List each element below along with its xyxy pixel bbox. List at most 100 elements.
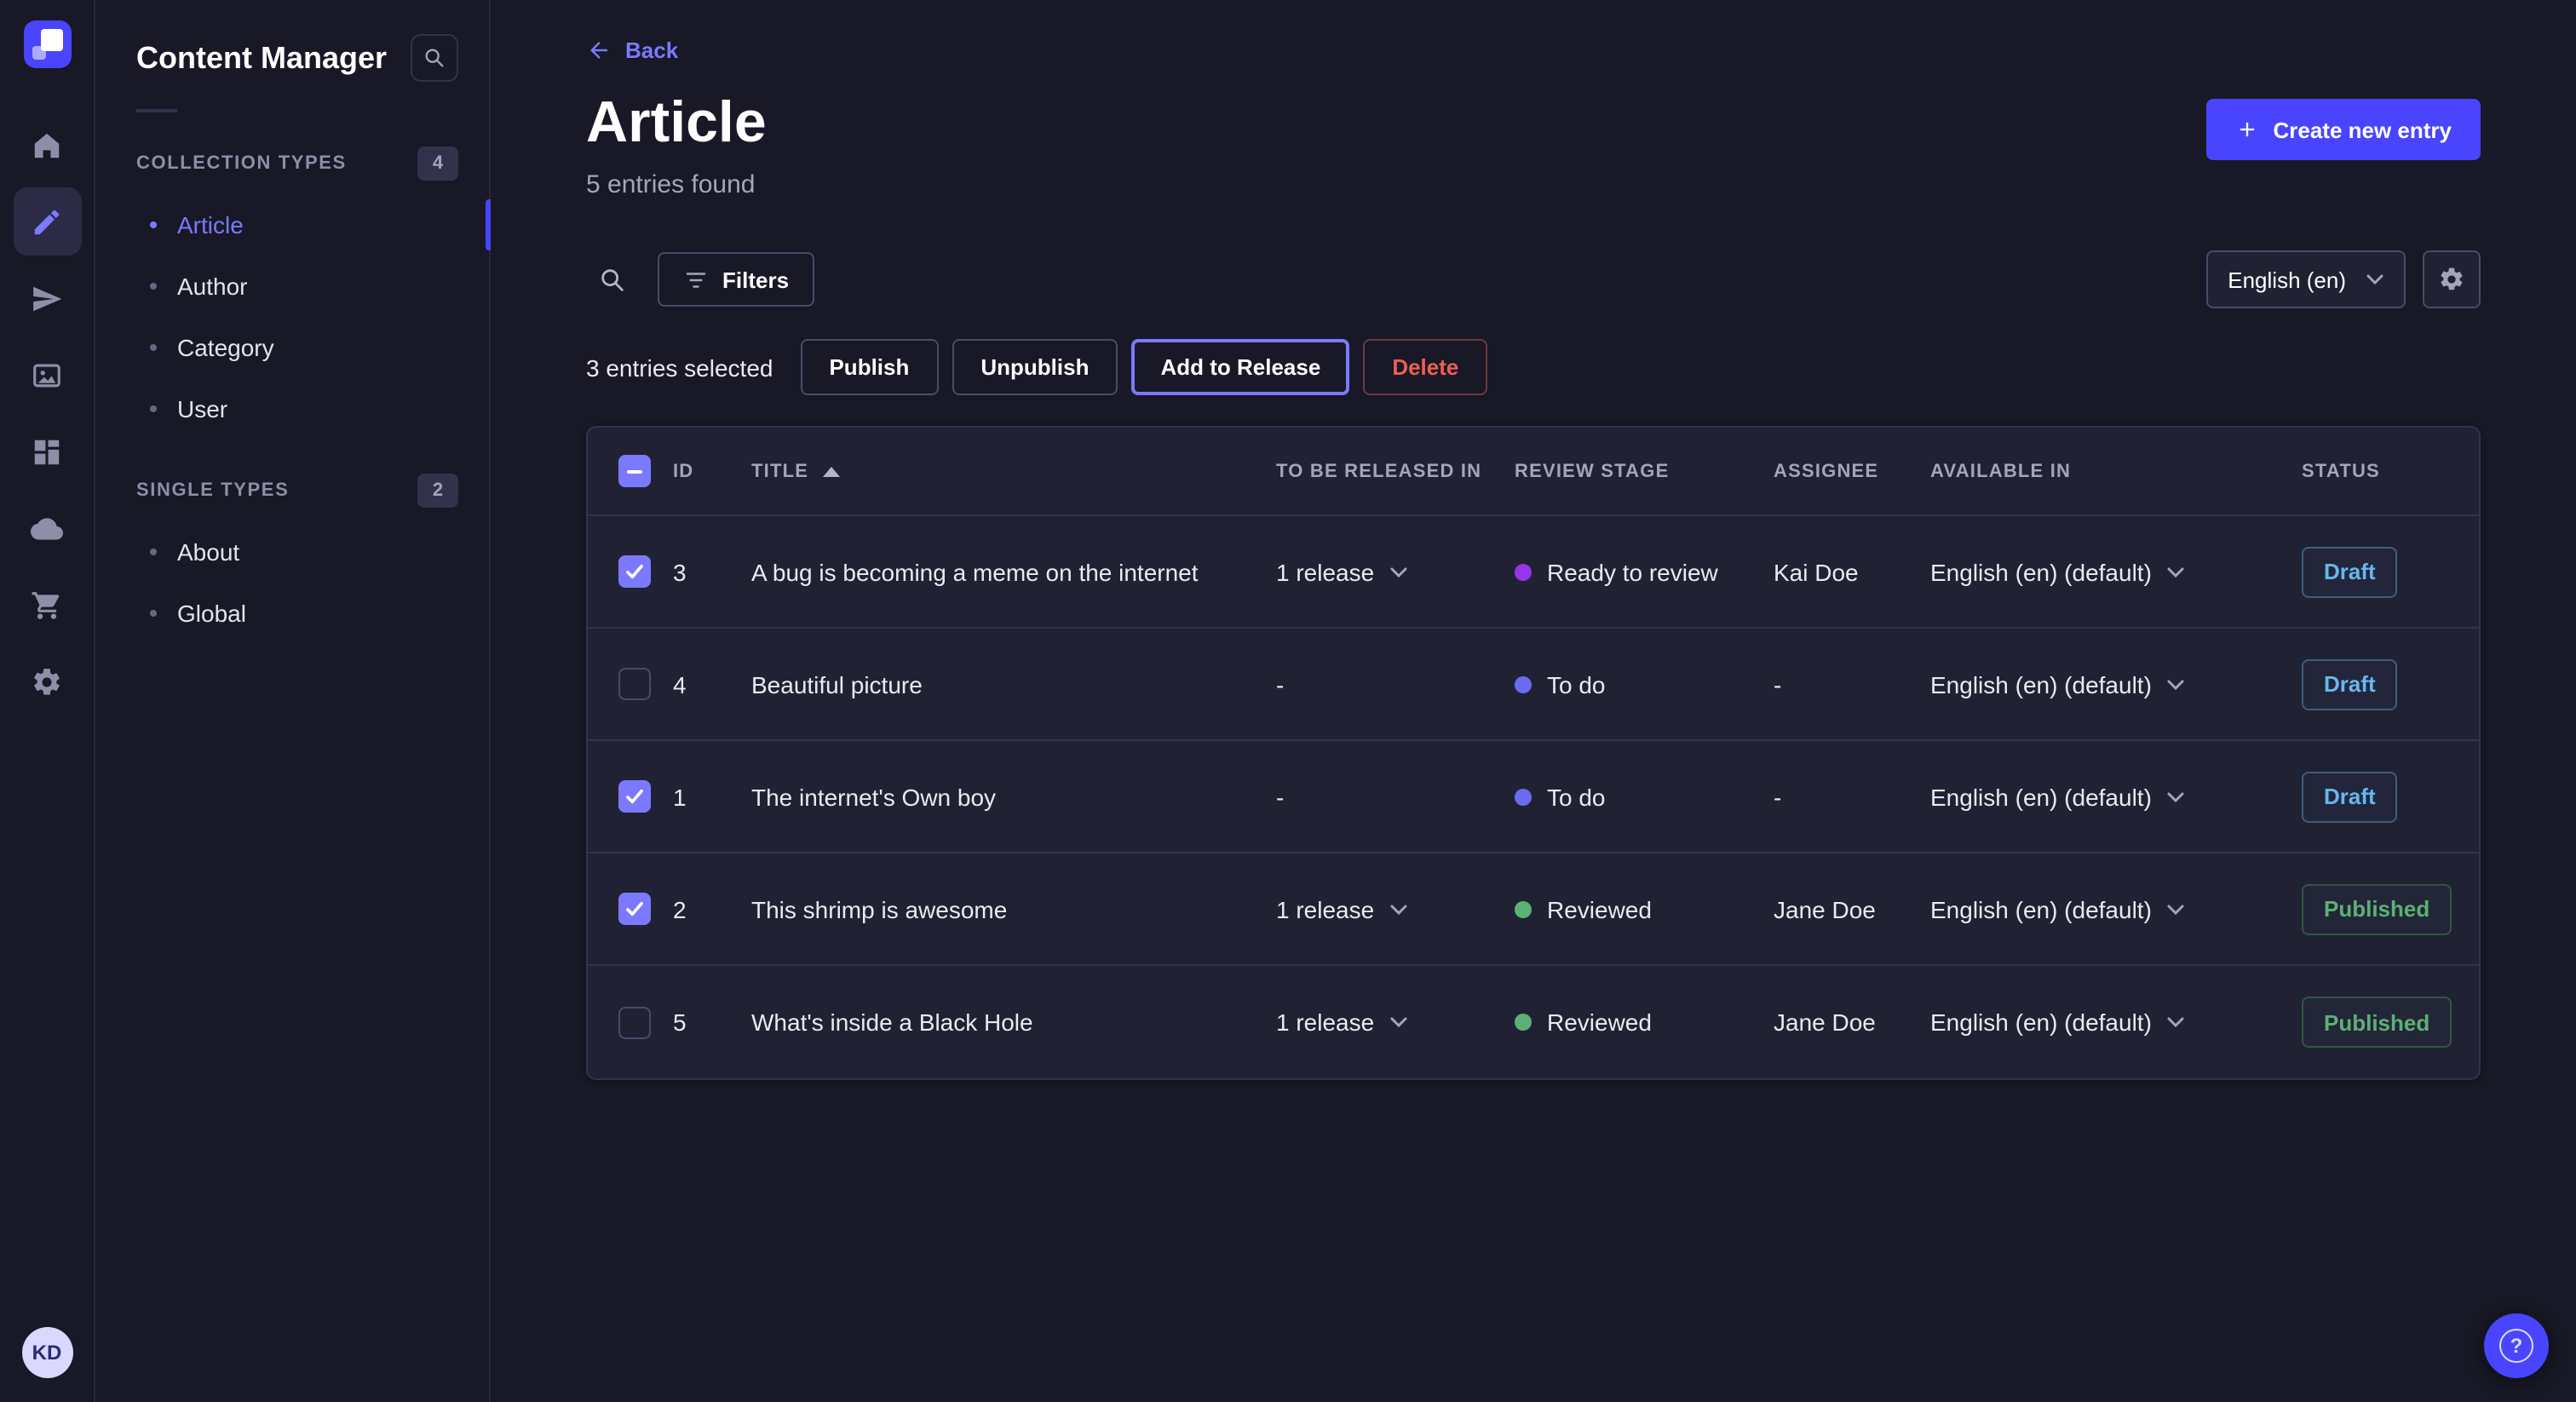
row-checkbox[interactable] [618,556,651,589]
cell-review-stage: To do [1515,671,1774,698]
cell-review-stage: Reviewed [1515,1009,1774,1037]
review-stage-dot [1515,676,1532,693]
column-header-assignee: ASSIGNEE [1774,462,1930,482]
row-checkbox[interactable] [618,781,651,813]
selection-count: 3 entries selected [586,354,773,382]
home-icon [31,129,63,161]
bullet-icon [150,283,157,290]
nav-deploy-button[interactable] [13,494,81,562]
chevron-down-icon [2366,275,2383,285]
row-checkbox[interactable] [618,1007,651,1039]
table-body: 3 A bug is becoming a meme on the intern… [588,517,2479,1079]
row-checkbox[interactable] [618,669,651,701]
release-dropdown[interactable]: - [1276,671,1515,698]
release-dropdown[interactable]: 1 release [1276,559,1515,586]
add-to-release-button[interactable]: Add to Release [1131,340,1349,396]
table-row[interactable]: 5 What's inside a Black Hole 1 release R… [588,967,2479,1079]
section-count-badge: 2 [417,474,458,508]
cell-title: This shrimp is awesome [751,896,1276,923]
release-dropdown[interactable]: 1 release [1276,1009,1515,1037]
sort-ascending-icon [822,467,839,477]
column-header-review-stage: REVIEW STAGE [1515,462,1774,482]
cell-assignee: Jane Doe [1774,896,1930,923]
release-chevron-wrap [1389,1018,1406,1028]
status-badge: Draft [2302,772,2398,823]
section-collection-types: COLLECTION TYPES 4 Article Author Catego… [95,133,489,440]
chevron-down-icon [2167,1018,2184,1028]
view-settings-button[interactable] [2423,251,2481,309]
cell-status: Published [2302,997,2479,1049]
help-button[interactable]: ? [2484,1313,2549,1378]
nav-home-button[interactable] [13,111,81,179]
strapi-logo[interactable] [23,20,71,68]
filter-icon [683,267,709,293]
cell-assignee: Kai Doe [1774,559,1930,586]
nav-settings-button[interactable] [13,647,81,715]
nav-content-type-builder-button[interactable] [13,417,81,486]
bullet-icon [150,405,157,412]
table-row[interactable]: 2 This shrimp is awesome 1 release Revie… [588,854,2479,967]
main-content: Back Article 5 entries found Create new … [491,0,2576,1402]
review-stage-dot [1515,1014,1532,1031]
table-header-row: ID TITLE TO BE RELEASED IN REVIEW STAGE … [588,428,2479,517]
unpublish-button[interactable]: Unpublish [952,340,1118,396]
chevron-down-icon [2167,792,2184,802]
cell-id: 3 [673,559,751,586]
sidebar-item-label: Category [177,334,274,361]
nav-media-library-button[interactable] [13,341,81,409]
select-all-checkbox[interactable] [618,456,651,488]
review-stage-dot [1515,901,1532,918]
sidebar: Content Manager COLLECTION TYPES 4 Artic… [95,0,491,1402]
bullet-icon [150,344,157,351]
sidebar-item-label: Author [177,273,248,300]
search-button[interactable] [586,255,637,306]
sidebar-item-author[interactable]: Author [95,256,489,317]
column-header-status: STATUS [2302,462,2479,482]
sidebar-item-global[interactable]: Global [95,583,489,644]
sidebar-item-category[interactable]: Category [95,317,489,378]
create-new-entry-button[interactable]: Create new entry [2206,99,2481,160]
section-label: COLLECTION TYPES [136,153,347,174]
picture-icon [31,359,63,391]
nav-content-manager-button[interactable] [13,187,81,256]
cell-review-stage: Reviewed [1515,896,1774,923]
sidebar-item-about[interactable]: About [95,521,489,583]
table-row[interactable]: 1 The internet's Own boy - To do - Engli… [588,742,2479,854]
entries-table: ID TITLE TO BE RELEASED IN REVIEW STAGE … [586,427,2481,1081]
pen-icon [31,205,63,238]
sidebar-item-user[interactable]: User [95,378,489,440]
chevron-down-icon [1389,1018,1406,1028]
locale-dropdown[interactable]: English (en) (default) [1930,784,2302,811]
release-dropdown[interactable]: 1 release [1276,896,1515,923]
locale-value: English (en) [2228,267,2346,293]
nav-releases-button[interactable] [13,264,81,332]
cell-title: Beautiful picture [751,671,1276,698]
page-title: Article [586,92,767,156]
column-header-title[interactable]: TITLE [751,462,1276,482]
delete-button[interactable]: Delete [1363,340,1487,396]
sidebar-item-article[interactable]: Article [95,194,489,256]
layout-blocks-icon [31,435,63,468]
table-row[interactable]: 4 Beautiful picture - To do - English (e… [588,629,2479,742]
locale-dropdown[interactable]: English (en) (default) [1930,896,2302,923]
bullet-icon [150,221,157,228]
gear-icon [2438,267,2465,294]
locale-dropdown[interactable]: English (en) (default) [1930,671,2302,698]
search-icon [597,266,626,295]
row-checkbox[interactable] [618,893,651,926]
app-root: KD Content Manager COLLECTION TYPES 4 [0,0,2576,1402]
avatar[interactable]: KD [21,1327,72,1378]
locale-select[interactable]: English (en) [2205,251,2406,309]
locale-dropdown[interactable]: English (en) (default) [1930,1009,2302,1037]
publish-button[interactable]: Publish [800,340,938,396]
column-header-release: TO BE RELEASED IN [1276,462,1515,482]
chevron-down-icon [1389,567,1406,577]
review-stage-dot [1515,564,1532,581]
locale-dropdown[interactable]: English (en) (default) [1930,559,2302,586]
nav-marketplace-button[interactable] [13,571,81,639]
table-row[interactable]: 3 A bug is becoming a meme on the intern… [588,517,2479,629]
sidebar-search-button[interactable] [411,34,458,82]
filters-button[interactable]: Filters [658,253,814,307]
back-link[interactable]: Back [586,37,678,63]
release-dropdown[interactable]: - [1276,784,1515,811]
